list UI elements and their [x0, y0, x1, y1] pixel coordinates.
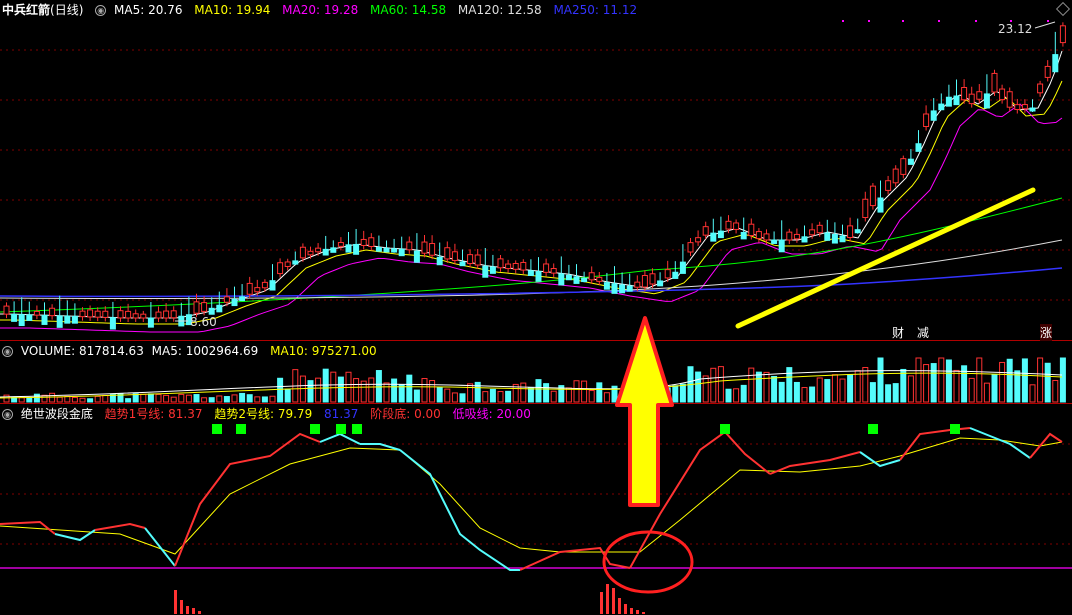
- ma10-label: MA10: 19.94: [194, 3, 271, 17]
- trend-line2-label: 趋势2号线: 79.79: [214, 407, 313, 421]
- volume-label: VOLUME: 817814.63: [20, 344, 144, 358]
- indicator-name: 绝世波段金底: [20, 407, 93, 421]
- stock-name: 中兵红箭(日线): [2, 3, 84, 17]
- ma250-label: MA250: 11.12: [553, 3, 638, 17]
- indicator-panel[interactable]: ◉ 绝世波段金底 趋势1号线: 81.37 趋势2号线: 79.79 81.37…: [0, 404, 1072, 615]
- marker-zhang[interactable]: 涨: [1040, 324, 1053, 341]
- price-legend: 中兵红箭(日线) ◉ MA5: 20.76 MA10: 19.94 MA20: …: [2, 3, 645, 17]
- volume-ma5-label: MA5: 1002964.69: [151, 344, 259, 358]
- toggle-circle-icon[interactable]: ◉: [2, 346, 13, 357]
- low-price-label: 8.60: [190, 315, 217, 329]
- marker-cai[interactable]: 财: [892, 324, 904, 341]
- price-chart-panel[interactable]: 中兵红箭(日线) ◉ MA5: 20.76 MA10: 19.94 MA20: …: [0, 0, 1072, 341]
- ma120-label: MA120: 12.58: [457, 3, 542, 17]
- trend-line3-label: 81.37: [324, 407, 359, 421]
- marker-jian[interactable]: 减: [917, 324, 929, 341]
- volume-ma10-label: MA10: 975271.00: [270, 344, 377, 358]
- toggle-circle-icon[interactable]: ◉: [95, 5, 107, 16]
- ma60-label: MA60: 14.58: [370, 3, 447, 17]
- ma20-label: MA20: 19.28: [282, 3, 359, 17]
- trend-line1-label: 趋势1号线: 81.37: [104, 407, 203, 421]
- indicator-chart: [0, 424, 1072, 614]
- volume-legend: ◉ VOLUME: 817814.63 MA5: 1002964.69 MA10…: [2, 344, 385, 358]
- toggle-circle-icon[interactable]: ◉: [2, 409, 13, 420]
- high-price-label: 23.12: [998, 22, 1033, 36]
- volume-panel[interactable]: ◉ VOLUME: 817814.63 MA5: 1002964.69 MA10…: [0, 341, 1072, 404]
- candlestick-chart: [0, 20, 1072, 333]
- stage-bottom-label: 阶段底: 0.00: [370, 407, 441, 421]
- low-buy-label: 低吸线: 20.00: [452, 407, 531, 421]
- indicator-legend: ◉ 绝世波段金底 趋势1号线: 81.37 趋势2号线: 79.79 81.37…: [2, 407, 539, 421]
- ma5-label: MA5: 20.76: [114, 3, 183, 17]
